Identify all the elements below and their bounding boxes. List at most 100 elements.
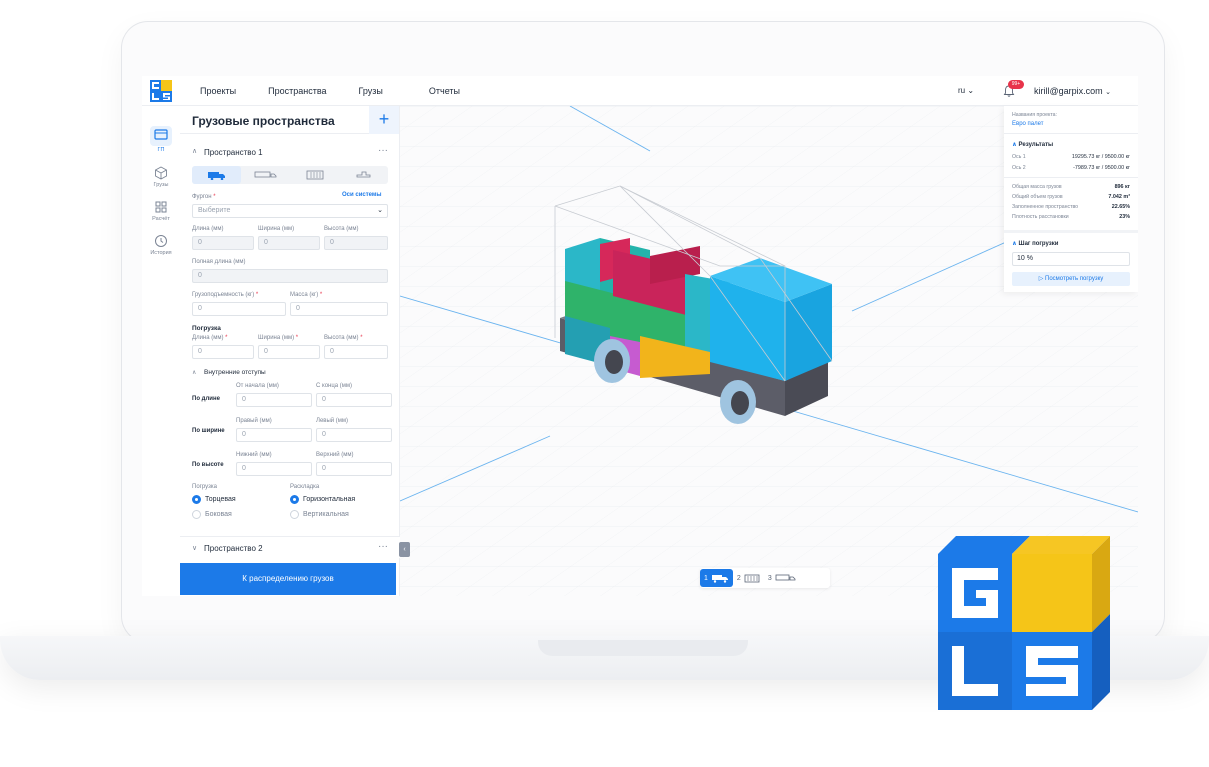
results-panel: Названия проекта: Евро палет ∧ Результат… xyxy=(1004,106,1138,292)
project-label: Названия проекта: xyxy=(1012,112,1057,118)
tab-trailer[interactable] xyxy=(241,166,290,184)
height-field[interactable]: 0 xyxy=(324,236,388,250)
pager-item-1[interactable]: 1 xyxy=(700,569,733,587)
language-value: ru xyxy=(958,86,966,95)
loading-length-label: Длина (мм) * xyxy=(192,335,228,341)
nav-cargo[interactable]: Грузы xyxy=(359,86,383,96)
distribute-cargo-button[interactable]: К распределению грузов xyxy=(180,563,396,595)
axis2-value: -7989.73 кг / 9500.00 кг xyxy=(1073,165,1130,171)
required-mark: * xyxy=(360,335,363,341)
language-select[interactable]: ru ⌄ xyxy=(958,86,974,95)
chevron-down-icon: ⌄ xyxy=(967,86,975,95)
loading-length-field[interactable]: 0 xyxy=(192,345,254,359)
trailer-icon xyxy=(254,171,276,178)
mass-field[interactable]: 0 xyxy=(290,302,388,316)
loading-height-field[interactable]: 0 xyxy=(324,345,388,359)
space-pager: 1 2 3 xyxy=(700,568,830,588)
indent-top-field[interactable]: 0 xyxy=(316,462,392,476)
van-select[interactable]: Выберите ⌄ xyxy=(192,204,388,218)
rail-label: Грузы xyxy=(153,182,169,188)
pager-item-2[interactable]: 2 xyxy=(733,569,764,587)
radio-dot xyxy=(290,510,299,519)
chevron-down-icon: ⌄ xyxy=(377,207,383,214)
required-mark: * xyxy=(225,335,228,341)
gls-logo-icon[interactable] xyxy=(150,80,172,102)
capacity-field[interactable]: 0 xyxy=(192,302,286,316)
results-title[interactable]: ∧ Результаты xyxy=(1012,141,1053,148)
user-menu[interactable]: kirill@garpix.com ⌄ xyxy=(1034,86,1111,96)
full-length-label: Полная длина (мм) xyxy=(192,259,246,265)
full-length-field[interactable]: 0 xyxy=(192,269,388,283)
density-value: 23% xyxy=(1119,214,1130,220)
nav-projects[interactable]: Проекты xyxy=(200,86,236,96)
axes-link[interactable]: Оси системы xyxy=(342,192,381,198)
pager-item-3[interactable]: 3 xyxy=(764,569,801,587)
radio-label: Горизонтальная xyxy=(303,496,356,503)
tab-truck[interactable] xyxy=(339,166,388,184)
cube-icon xyxy=(155,166,167,180)
by-length-label: По длине xyxy=(192,396,220,402)
chevron-up-icon[interactable]: ∧ xyxy=(192,369,196,376)
rail-item-cargo[interactable]: Грузы xyxy=(145,166,177,188)
view-loading-label: Посмотреть погрузку xyxy=(1045,276,1104,282)
loading-height-label: Высота (мм) * xyxy=(324,335,363,341)
view-loading-button[interactable]: ▷ Посмотреть погрузку xyxy=(1012,272,1130,286)
main-nav: Проекты Пространства Грузы Отчеты xyxy=(200,76,492,106)
radio-label: Вертикальная xyxy=(303,511,349,518)
laptop-notch xyxy=(538,640,748,656)
chevron-left-icon: ‹ xyxy=(403,546,406,553)
nav-spaces[interactable]: Пространства xyxy=(268,86,326,96)
space-1-header[interactable]: ∧ Пространство 1 ··· xyxy=(180,142,400,164)
right-label: Правый (мм) xyxy=(236,418,272,424)
panel-title: Грузовые пространства xyxy=(192,114,335,128)
tab-van[interactable] xyxy=(192,166,241,184)
total-mass-value: 896 кг xyxy=(1114,184,1130,190)
top-bar: Проекты Пространства Грузы Отчеты ru ⌄ 9… xyxy=(142,76,1138,106)
step-title[interactable]: ∧ Шаг погрузки xyxy=(1012,240,1058,247)
step-input[interactable]: 10 % xyxy=(1012,252,1130,266)
required-mark: * xyxy=(295,335,299,341)
width-field[interactable]: 0 xyxy=(258,236,320,250)
indent-right-field[interactable]: 0 xyxy=(236,428,312,442)
by-width-label: По ширине xyxy=(192,428,225,434)
rail-item-calc[interactable]: Расчёт xyxy=(145,200,177,222)
radio-side-loading[interactable]: Боковая xyxy=(192,510,232,519)
total-volume-label: Общий объем грузов xyxy=(1012,194,1063,200)
space-type-tabs xyxy=(192,166,388,184)
radio-end-loading[interactable]: Торцевая xyxy=(192,495,236,504)
bottom-label: Нижний (мм) xyxy=(236,452,272,458)
step-title-text: Шаг погрузки xyxy=(1018,241,1059,247)
indent-bottom-field[interactable]: 0 xyxy=(236,462,312,476)
loading-width-field[interactable]: 0 xyxy=(258,345,320,359)
tab-container[interactable] xyxy=(290,166,339,184)
radio-label: Боковая xyxy=(205,511,232,518)
pager-number: 1 xyxy=(704,574,708,582)
indent-left-field[interactable]: 0 xyxy=(316,428,392,442)
pager-number: 2 xyxy=(736,574,741,582)
nav-reports[interactable]: Отчеты xyxy=(429,86,460,96)
radio-vertical[interactable]: Вертикальная xyxy=(290,510,349,519)
axis1-value: 19295.73 кг / 9500.00 кг xyxy=(1071,154,1130,160)
indent-end-field[interactable]: 0 xyxy=(316,393,392,407)
more-icon[interactable]: ··· xyxy=(378,541,388,552)
rail-item-spaces[interactable]: ГП xyxy=(145,126,177,153)
loading-type-label: Погрузка xyxy=(192,484,217,490)
truck-icon xyxy=(356,171,370,178)
space-2-header[interactable]: ∨ Пространство 2 ··· xyxy=(180,536,400,558)
indent-start-field[interactable]: 0 xyxy=(236,393,312,407)
chevron-up-icon: ∧ xyxy=(1012,241,1017,247)
loading-width-label: Ширина (мм) * xyxy=(258,335,298,341)
container-icon xyxy=(744,574,760,582)
radio-horizontal[interactable]: Горизонтальная xyxy=(290,495,355,504)
by-height-label: По высоте xyxy=(192,462,224,468)
capacity-label: Грузоподъемность (кг) * xyxy=(192,292,258,298)
total-volume-value: 7.042 m³ xyxy=(1108,194,1130,200)
collapse-panel-button[interactable]: ‹ xyxy=(399,542,410,557)
rail-item-history[interactable]: История xyxy=(145,234,177,256)
clock-icon xyxy=(155,235,167,247)
height-label: Высота (мм) xyxy=(324,226,359,232)
length-field[interactable]: 0 xyxy=(192,236,254,250)
more-icon[interactable]: ··· xyxy=(378,145,388,156)
add-space-button[interactable]: + xyxy=(369,106,399,134)
chevron-down-icon: ∨ xyxy=(192,545,198,552)
